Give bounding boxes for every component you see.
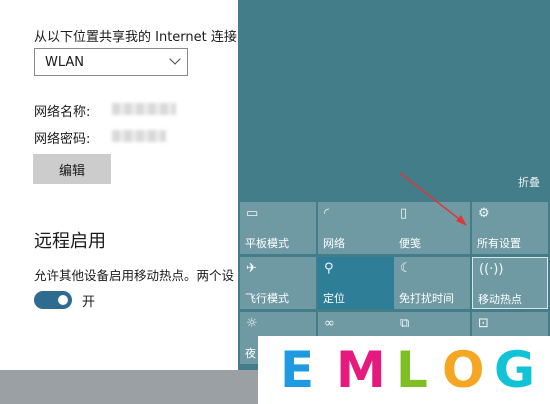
share-connection-label: 从以下位置共享我的 Internet 连接 [34,30,237,45]
remote-enable-heading: 远程启用 [34,231,106,252]
toggle-state-label: 开 [82,295,96,310]
action-center-panel: 折叠 ▭ 平板模式 ◜ 网络 ▯ 便笺 ⚙ 所有设置 ✈ 飞行模式 ⚲ 定位 ☾… [238,0,550,370]
share-connection-select[interactable]: WLAN [34,48,188,76]
network-password-label: 网络密码: [34,132,91,147]
network-password-value-redacted [112,130,166,142]
logo-letter: O [442,341,485,399]
network-name-value-redacted [112,103,176,115]
network-name-label: 网络名称: [34,105,91,120]
edit-button[interactable]: 编辑 [33,154,111,184]
remote-enable-description: 允许其他设备启用移动热点。两个设 [34,268,235,283]
toggle-knob [58,295,68,305]
mobile-hotspot-settings: 从以下位置共享我的 Internet 连接 WLAN 网络名称: 网络密码: 编… [0,0,238,404]
emlog-watermark-logo: E M L O G [258,336,550,404]
share-connection-value: WLAN [45,55,85,70]
logo-letter: L [396,341,428,399]
logo-letter: G [494,341,536,399]
chevron-down-icon [169,53,181,65]
annotation-arrow [399,172,467,226]
remote-enable-toggle[interactable] [34,291,72,309]
logo-letter: E [280,341,315,399]
logo-letter: M [336,341,386,399]
